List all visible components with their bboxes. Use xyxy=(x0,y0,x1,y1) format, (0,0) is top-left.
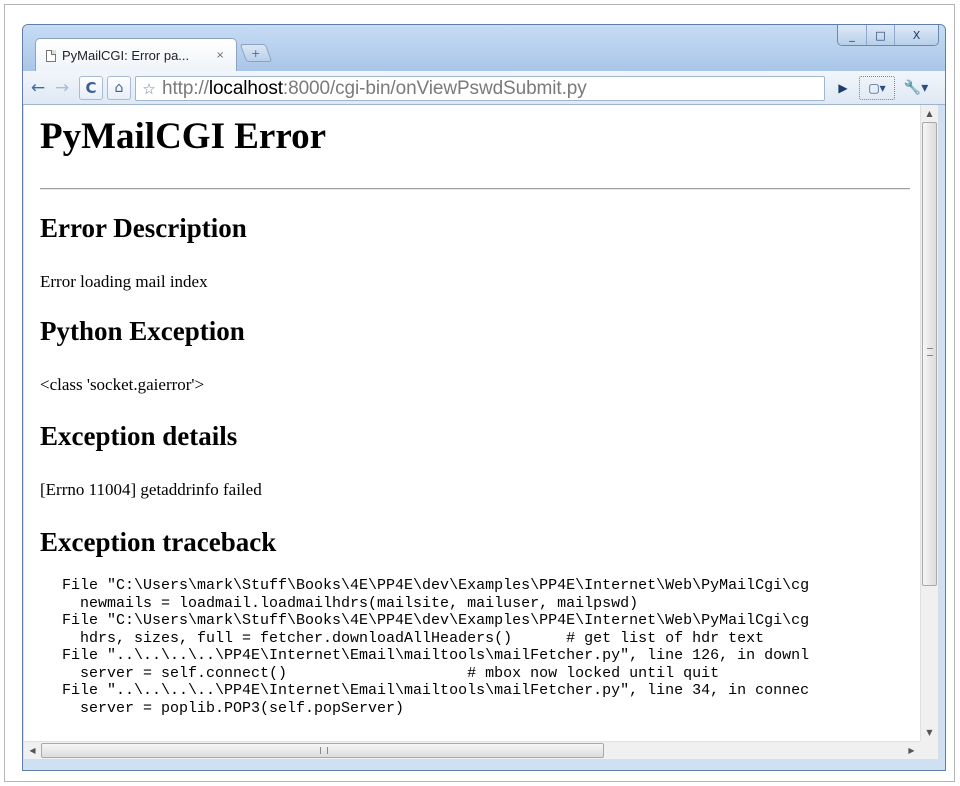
traceback-line: server = self.connect() # mbox now locke… xyxy=(62,664,720,682)
error-description-text: Error loading mail index xyxy=(40,272,208,291)
traceback-block: File "C:\Users\mark\Stuff\Books\4E\PP4E\… xyxy=(62,577,809,717)
title-bar: _ □ X PyMailCGI: Error pa... × + xyxy=(23,25,945,72)
url-text: http://localhost:8000/cgi-bin/onViewPswd… xyxy=(162,78,587,100)
grip-icon xyxy=(927,348,933,356)
horizontal-scroll-thumb[interactable] xyxy=(41,743,604,758)
back-button[interactable]: ← xyxy=(27,76,49,100)
tab-active[interactable]: PyMailCGI: Error pa... × xyxy=(35,38,237,72)
tab-title: PyMailCGI: Error pa... xyxy=(62,48,190,63)
traceback-line: File "..\..\..\..\PP4E\Internet\Email\ma… xyxy=(62,647,810,664)
grip-icon xyxy=(320,747,328,754)
vertical-scroll-thumb[interactable] xyxy=(922,122,937,586)
forward-button[interactable]: → xyxy=(51,76,73,100)
home-button[interactable]: ⌂ xyxy=(107,76,131,100)
scroll-right-arrow-icon[interactable]: ▶ xyxy=(903,742,920,759)
url-path: :8000/cgi-bin/onViewPswdSubmit.py xyxy=(282,77,587,99)
exception-details-text: [Errno 11004] getaddrinfo failed xyxy=(40,480,262,499)
page-viewport: PyMailCGI Error Error Description Error … xyxy=(24,105,920,741)
page-title: PyMailCGI Error xyxy=(40,116,327,157)
heading-error-description: Error Description xyxy=(40,213,247,243)
url-host: localhost xyxy=(208,77,283,99)
go-button[interactable]: ▶ xyxy=(833,76,853,100)
maximize-button[interactable]: □ xyxy=(866,25,894,45)
traceback-line: File "C:\Users\mark\Stuff\Books\4E\PP4E\… xyxy=(62,612,810,629)
scroll-up-arrow-icon[interactable]: ▲ xyxy=(921,105,938,122)
reload-button[interactable]: C xyxy=(79,76,103,100)
heading-python-exception: Python Exception xyxy=(40,316,245,346)
star-icon[interactable]: ☆ xyxy=(136,80,162,98)
traceback-line: hdrs, sizes, full = fetcher.downloadAllH… xyxy=(62,629,765,647)
minimize-button[interactable]: _ xyxy=(838,25,866,45)
heading-exception-details: Exception details xyxy=(40,421,238,451)
wrench-menu-button[interactable]: 🔧▾ xyxy=(899,76,933,100)
horizontal-rule xyxy=(40,188,910,190)
heading-exception-traceback: Exception traceback xyxy=(40,527,277,557)
vertical-scrollbar[interactable]: ▲ ▼ xyxy=(920,105,938,741)
traceback-line: File "C:\Users\mark\Stuff\Books\4E\PP4E\… xyxy=(62,577,810,594)
page-menu-button[interactable]: ▢▾ xyxy=(859,76,895,100)
new-tab-button[interactable]: + xyxy=(239,44,273,62)
plus-icon: + xyxy=(251,46,261,60)
tab-close-icon[interactable]: × xyxy=(216,50,224,61)
horizontal-scrollbar[interactable]: ◀ ▶ xyxy=(24,741,920,759)
scroll-down-arrow-icon[interactable]: ▼ xyxy=(921,724,938,741)
toolbar: ← → C ⌂ ☆ http://localhost:8000/cgi-bin/… xyxy=(23,71,945,105)
url-scheme: http:// xyxy=(162,77,209,99)
page-icon xyxy=(46,49,56,62)
close-button[interactable]: X xyxy=(894,25,938,45)
traceback-line: server = poplib.POP3(self.popServer) xyxy=(62,699,405,717)
python-exception-text: <class 'socket.gaierror'> xyxy=(40,375,205,394)
scrollbar-corner xyxy=(920,741,938,759)
traceback-line: File "..\..\..\..\PP4E\Internet\Email\ma… xyxy=(62,682,810,699)
address-bar[interactable]: ☆ http://localhost:8000/cgi-bin/onViewPs… xyxy=(135,76,825,101)
scroll-left-arrow-icon[interactable]: ◀ xyxy=(24,742,41,759)
traceback-line: newmails = loadmail.loadmailhdrs(mailsit… xyxy=(62,594,639,612)
window-controls: _ □ X xyxy=(837,25,939,46)
page-content: PyMailCGI Error Error Description Error … xyxy=(24,105,920,741)
browser-window: _ □ X PyMailCGI: Error pa... × + ← → C ⌂… xyxy=(22,24,946,771)
